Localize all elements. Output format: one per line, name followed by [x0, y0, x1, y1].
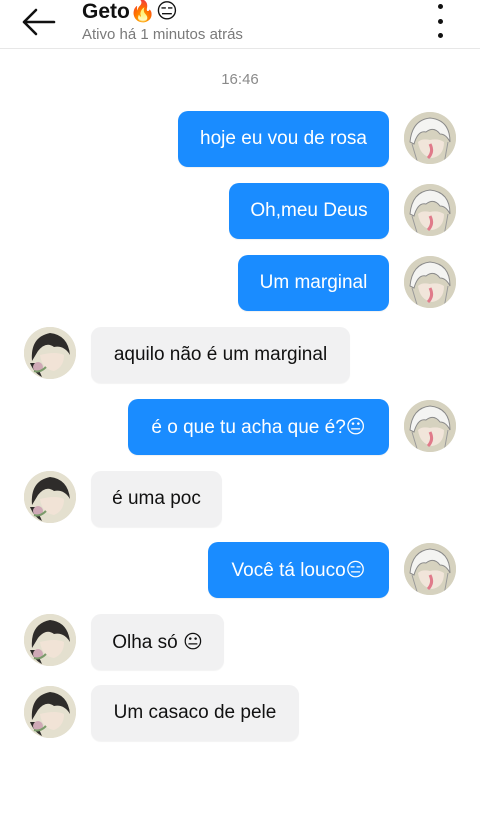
outgoing-message-bubble[interactable]: é o que tu acha que é?😐 — [128, 399, 389, 455]
outgoing-message-bubble[interactable]: Você tá louco😑 — [208, 542, 389, 598]
white-haired-character-avatar — [404, 112, 456, 164]
incoming-avatar[interactable] — [24, 327, 76, 379]
arrow-left-icon — [22, 8, 56, 36]
more-vertical-icon — [437, 4, 443, 9]
incoming-avatar[interactable] — [24, 471, 76, 523]
outgoing-avatar[interactable] — [404, 184, 456, 236]
outgoing-message-bubble[interactable]: Oh,meu Deus — [229, 183, 389, 239]
outgoing-avatar[interactable] — [404, 543, 456, 595]
dark-haired-character-avatar — [24, 614, 76, 666]
incoming-message-bubble[interactable]: aquilo não é um marginal — [91, 327, 350, 383]
back-button[interactable] — [18, 4, 58, 40]
incoming-message-bubble[interactable]: Um casaco de pele — [91, 685, 299, 741]
outgoing-avatar[interactable] — [404, 112, 456, 164]
active-status: Ativo há 1 minutos atrás — [82, 26, 243, 43]
chat-header: Geto🔥😑 Ativo há 1 minutos atrás — [0, 0, 480, 49]
outgoing-message-bubble[interactable]: hoje eu vou de rosa — [178, 111, 389, 167]
more-options-button[interactable] — [430, 4, 450, 38]
incoming-message-bubble[interactable]: Olha só 😐 — [91, 614, 224, 670]
white-haired-character-avatar — [404, 256, 456, 308]
white-haired-character-avatar — [404, 400, 456, 452]
dark-haired-character-avatar — [24, 471, 76, 523]
contact-info[interactable]: Geto🔥😑 Ativo há 1 minutos atrás — [82, 0, 243, 44]
white-haired-character-avatar — [404, 184, 456, 236]
incoming-avatar[interactable] — [24, 614, 76, 666]
incoming-message-bubble[interactable]: é uma poc — [91, 471, 222, 527]
white-haired-character-avatar — [404, 543, 456, 595]
incoming-avatar[interactable] — [24, 686, 76, 738]
outgoing-avatar[interactable] — [404, 400, 456, 452]
dark-haired-character-avatar — [24, 327, 76, 379]
outgoing-message-bubble[interactable]: Um marginal — [238, 255, 389, 311]
dark-haired-character-avatar — [24, 686, 76, 738]
contact-name: Geto🔥😑 — [82, 0, 178, 23]
message-timestamp: 16:46 — [221, 71, 259, 88]
outgoing-avatar[interactable] — [404, 256, 456, 308]
